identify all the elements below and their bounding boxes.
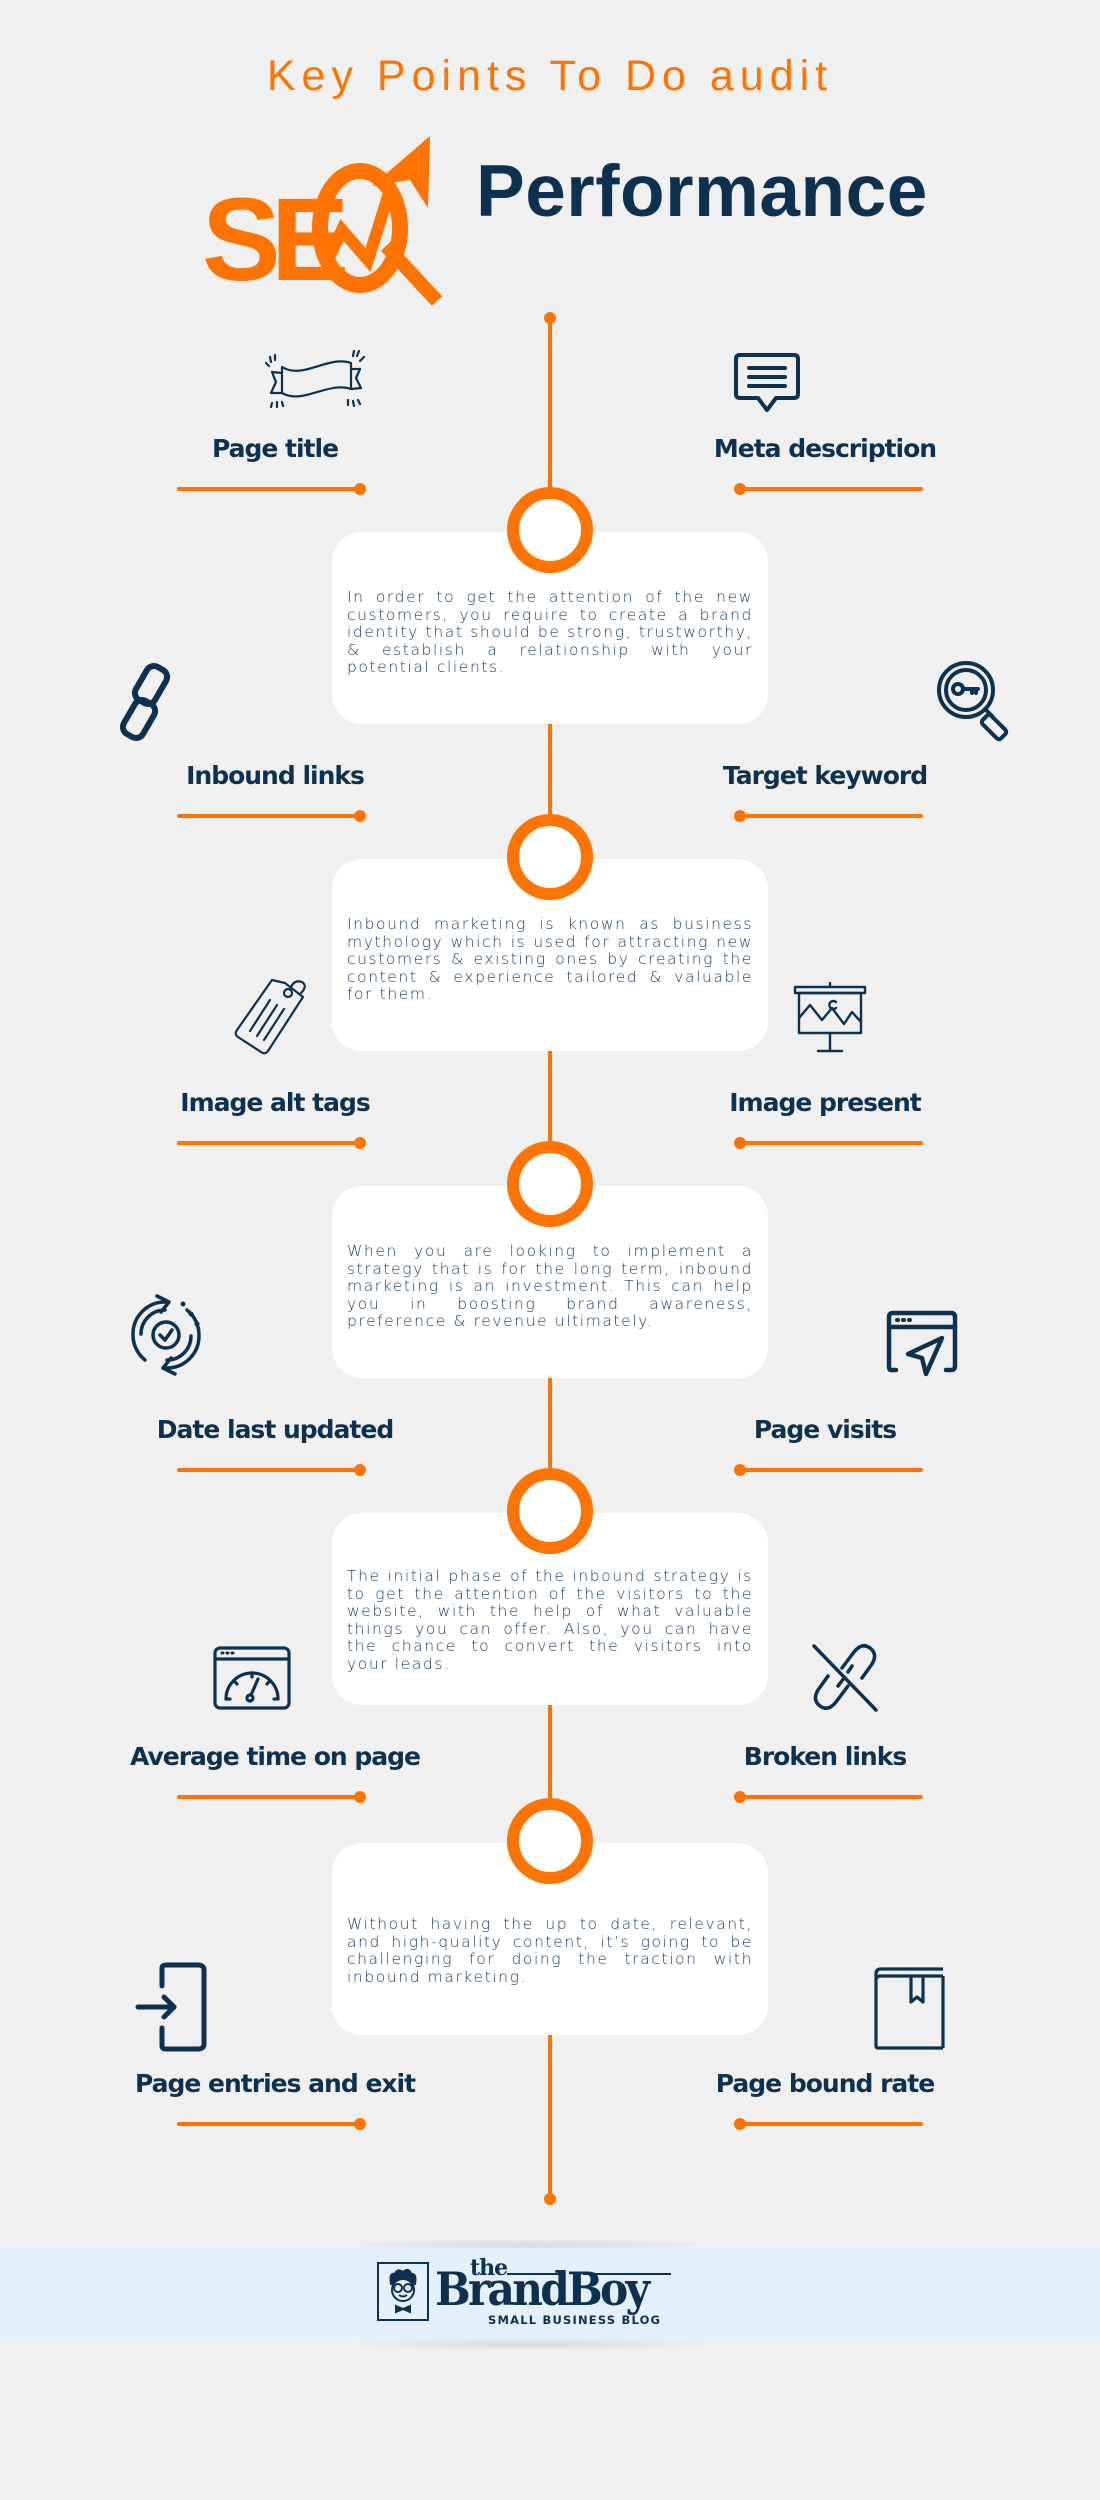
broken-link-icon	[808, 1640, 882, 1714]
chain-link-icon	[110, 660, 182, 744]
connector-line-right	[740, 2122, 923, 2126]
footer-shadow	[330, 2337, 730, 2351]
connector-dot-right	[734, 483, 746, 495]
logo-brandboy: BrandBoy	[435, 2262, 650, 2316]
connector-line-left	[177, 487, 360, 491]
connector-line-left	[177, 1468, 360, 1472]
connector-line-left	[177, 1141, 360, 1145]
metric-label-date-last-updated: Date last updated	[156, 1415, 394, 1444]
kicker-title: Key Points To Do audit	[266, 52, 834, 100]
metric-label-inbound-links: Inbound links	[186, 761, 365, 790]
timeline-ring-2	[507, 814, 593, 900]
metric-label-average-time-on-page: Average time on page	[130, 1742, 421, 1771]
metric-label-page-entries-and-exit: Page entries and exit	[134, 2069, 416, 2098]
connector-dot-left	[354, 1791, 366, 1803]
browser-gauge-icon	[212, 1645, 292, 1711]
timeline-ring-1	[507, 487, 593, 573]
metric-label-page-title: Page title	[211, 434, 339, 463]
page-title: Performance	[476, 151, 928, 232]
connector-dot-left	[354, 810, 366, 822]
magnifier-key-icon	[934, 658, 1020, 744]
mascot-icon	[377, 2262, 429, 2321]
connector-line-left	[177, 814, 360, 818]
connector-dot-left	[354, 1464, 366, 1476]
seo-magnifier-growth-icon: SE	[202, 136, 443, 306]
presentation-board-icon	[792, 981, 868, 1054]
connector-dot-right	[734, 1137, 746, 1149]
sign-in-door-icon	[134, 1962, 210, 2052]
seo-logo: SE	[200, 128, 510, 308]
card-text: Inbound marketing is known as business m…	[347, 915, 753, 1003]
connector-dot-left	[354, 2118, 366, 2130]
connector-line-left	[177, 1795, 360, 1799]
metric-label-broken-links: Broken links	[743, 1742, 907, 1771]
connector-line-right	[740, 1468, 923, 1472]
ribbon-banner-icon	[258, 345, 368, 415]
metric-label-meta-description: Meta description	[713, 434, 937, 463]
logo-tagline: SMALL BUSINESS BLOG	[488, 2313, 662, 2327]
connector-line-right	[740, 1795, 923, 1799]
metric-label-page-visits: Page visits	[753, 1415, 897, 1444]
connector-line-right	[740, 487, 923, 491]
browser-cursor-icon	[886, 1310, 958, 1382]
connector-line-left	[177, 2122, 360, 2126]
connector-dot-left	[354, 1137, 366, 1149]
refresh-check-icon	[125, 1290, 207, 1380]
connector-line-right	[740, 1141, 923, 1145]
timeline-ring-5	[507, 1798, 593, 1884]
speech-bubble-icon	[732, 352, 802, 418]
connector-dot-right	[734, 1464, 746, 1476]
timeline-bottom-dot	[544, 2193, 556, 2205]
card-text: When you are looking to implement a stra…	[347, 1242, 753, 1330]
connector-dot-right	[734, 2118, 746, 2130]
connector-line-right	[740, 814, 923, 818]
card-text: The initial phase of the inbound strateg…	[347, 1567, 753, 1673]
price-tag-icon	[230, 975, 316, 1055]
timeline-ring-4	[507, 1468, 593, 1554]
metric-label-page-bound-rate: Page bound rate	[715, 2069, 935, 2098]
connector-dot-right	[734, 1791, 746, 1803]
connector-dot-left	[354, 483, 366, 495]
card-text: Without having the up to date, relevant,…	[347, 1915, 753, 1986]
metric-label-image-present: Image present	[729, 1088, 922, 1117]
card-text: In order to get the attention of the new…	[347, 588, 753, 676]
metric-label-target-keyword: Target keyword	[722, 761, 928, 790]
metric-label-image-alt-tags: Image alt tags	[180, 1088, 370, 1117]
bookmark-book-icon	[873, 1966, 945, 2050]
connector-dot-right	[734, 810, 746, 822]
timeline-ring-3	[507, 1141, 593, 1227]
